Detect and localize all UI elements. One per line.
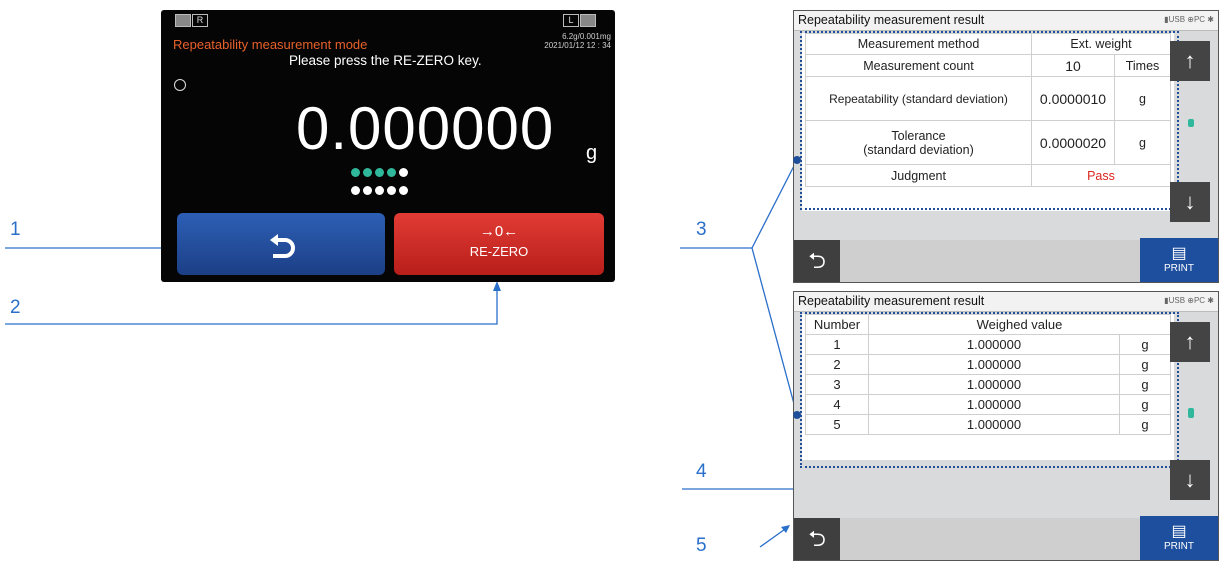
r-indicator: R xyxy=(175,13,211,27)
print-label: PRINT xyxy=(1164,541,1194,552)
progress-dot xyxy=(362,186,372,195)
highlight-frame xyxy=(800,312,1179,468)
result-screen-summary: Repeatability measurement result ▮USB ⊕P… xyxy=(793,10,1219,283)
callout-5: 5 xyxy=(696,535,707,556)
progress-dot xyxy=(386,186,396,195)
rezero-label: RE-ZERO xyxy=(469,244,529,259)
print-button[interactable]: ▤ PRINT xyxy=(1140,238,1218,282)
printer-icon: ▤ xyxy=(1171,523,1187,540)
status-icons: ▮USB ⊕PC ✱ xyxy=(1164,296,1214,305)
screen-title: Repeatability measurement result xyxy=(798,13,985,27)
title-bar: Repeatability measurement result ▮USB ⊕P… xyxy=(794,11,1218,31)
return-arrow-icon: ⮌ xyxy=(808,526,826,551)
scroll-up-button[interactable]: ↑ xyxy=(1170,322,1210,362)
progress-dot xyxy=(350,186,360,195)
scroll-indicator xyxy=(1188,91,1194,191)
progress-dot xyxy=(398,186,408,195)
callout-4: 4 xyxy=(696,461,707,482)
callout-anchor-dot xyxy=(793,411,801,419)
dot-row xyxy=(349,166,439,184)
progress-dot xyxy=(386,168,396,177)
progress-dot xyxy=(398,168,408,177)
instruction-text: Please press the RE-ZERO key. xyxy=(289,53,482,68)
result-screen-values: Repeatability measurement result ▮USB ⊕P… xyxy=(793,291,1219,561)
back-button[interactable]: ⮌ xyxy=(794,518,840,560)
callout-anchor-dot xyxy=(793,156,801,164)
highlight-frame xyxy=(800,31,1179,210)
scroll-indicator xyxy=(1188,372,1194,472)
weight-unit: g xyxy=(586,142,598,164)
callout-2: 2 xyxy=(10,297,21,318)
weight-display: 0.000000 xyxy=(296,95,555,162)
rezero-icon: →0← xyxy=(479,223,519,240)
callout-1: 1 xyxy=(10,219,21,240)
printer-icon: ▤ xyxy=(1171,245,1187,262)
progress-dot xyxy=(374,168,384,177)
rezero-button[interactable]: →0← RE-ZERO xyxy=(394,213,604,275)
print-button[interactable]: ▤ PRINT xyxy=(1140,516,1218,560)
back-button[interactable] xyxy=(177,213,385,275)
progress-dot xyxy=(374,186,384,195)
title-bar: Repeatability measurement result ▮USB ⊕P… xyxy=(794,292,1218,312)
l-indicator: L xyxy=(563,13,599,27)
measurement-screen: R L Repeatability measurement mode Pleas… xyxy=(161,10,615,282)
dot-row xyxy=(349,184,439,202)
stability-indicator-icon xyxy=(174,79,186,91)
callout-3: 3 xyxy=(696,219,707,240)
arrow-up-icon: ↑ xyxy=(1184,329,1196,354)
status-icons: ▮USB ⊕PC ✱ xyxy=(1164,15,1214,24)
mode-title: Repeatability measurement mode xyxy=(173,37,368,52)
arrow-up-icon: ↑ xyxy=(1184,48,1196,73)
return-arrow-icon xyxy=(270,234,295,258)
progress-dot xyxy=(362,168,372,177)
scroll-up-button[interactable]: ↑ xyxy=(1170,41,1210,81)
range-info: 6.2g/0.001mg 2021/01/12 12 : 34 xyxy=(544,32,611,50)
screen-title: Repeatability measurement result xyxy=(798,294,985,308)
progress-dot xyxy=(350,168,360,177)
print-label: PRINT xyxy=(1164,263,1194,274)
arrow-down-icon: ↓ xyxy=(1184,189,1196,214)
back-button[interactable]: ⮌ xyxy=(794,240,840,282)
return-arrow-icon: ⮌ xyxy=(808,248,826,273)
progress-dots xyxy=(349,166,439,202)
